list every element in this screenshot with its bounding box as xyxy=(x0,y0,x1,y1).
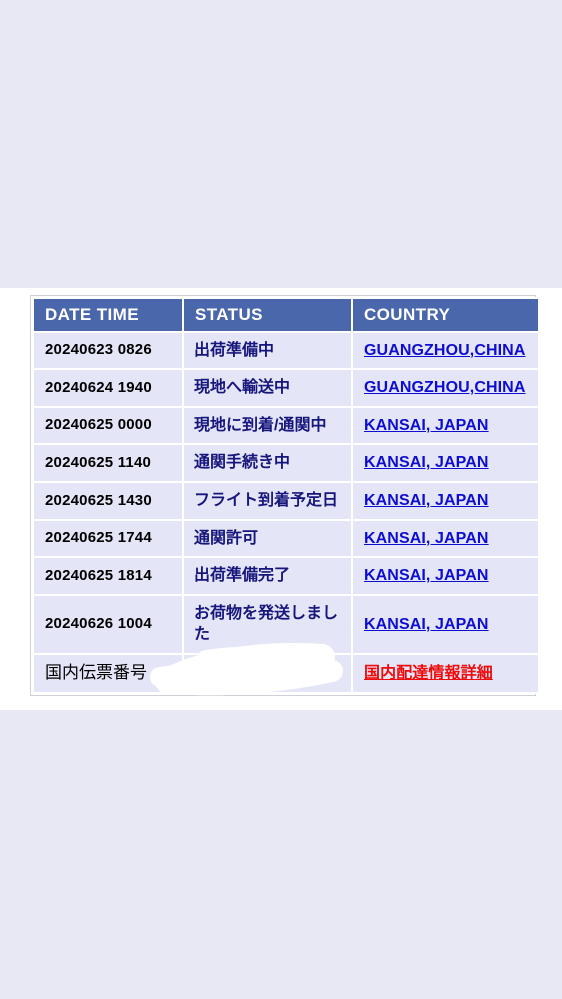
column-header-status: STATUS xyxy=(184,299,351,331)
country-link[interactable]: KANSAI, JAPAN xyxy=(364,417,489,434)
cell-status: 通関手続き中 xyxy=(184,445,351,481)
cell-country: KANSAI, JAPAN xyxy=(353,445,538,481)
page-background: DATE TIME STATUS COUNTRY 20240623 0826 出… xyxy=(0,0,562,999)
cell-status: 出荷準備中 xyxy=(184,332,351,369)
cell-country: GUANGZHOU,CHINA xyxy=(353,370,538,406)
cell-date-time: 20240624 1940 xyxy=(34,370,182,406)
column-header-country: COUNTRY xyxy=(353,299,538,331)
tracking-table-container: DATE TIME STATUS COUNTRY 20240623 0826 出… xyxy=(30,295,540,696)
country-link[interactable]: KANSAI, JAPAN xyxy=(364,530,489,547)
cell-date-time: 20240625 1140 xyxy=(34,445,182,481)
table-row: 20240624 1940 現地へ輸送中 GUANGZHOU,CHINA xyxy=(34,370,538,406)
tracking-history-table: DATE TIME STATUS COUNTRY 20240623 0826 出… xyxy=(32,297,540,696)
country-link[interactable]: KANSAI, JAPAN xyxy=(364,616,489,633)
domestic-delivery-detail-link[interactable]: 国内配達情報詳細 xyxy=(364,665,493,682)
country-link[interactable]: GUANGZHOU,CHINA xyxy=(364,379,526,396)
country-link[interactable]: KANSAI, JAPAN xyxy=(364,492,489,509)
column-header-date-time: DATE TIME xyxy=(34,299,182,331)
cell-country: KANSAI, JAPAN xyxy=(353,558,538,594)
cell-country: KANSAI, JAPAN xyxy=(353,482,538,519)
table-row: 20240623 0826 出荷準備中 GUANGZHOU,CHINA xyxy=(34,332,538,369)
cell-status: 現地に到着/通関中 xyxy=(184,407,351,444)
table-row: 20240625 1430 フライト到着予定日 KANSAI, JAPAN xyxy=(34,482,538,519)
domestic-tracking-number-redacted xyxy=(150,642,351,696)
tracking-card: DATE TIME STATUS COUNTRY 20240623 0826 出… xyxy=(0,288,562,710)
cell-status: お荷物を発送しました xyxy=(184,595,351,653)
country-link[interactable]: KANSAI, JAPAN xyxy=(364,567,489,584)
table-body: 20240623 0826 出荷準備中 GUANGZHOU,CHINA 2024… xyxy=(34,332,538,696)
cell-status: フライト到着予定日 xyxy=(184,482,351,519)
cell-date-time: 20240625 0000 xyxy=(34,407,182,444)
cell-date-time: 20240623 0826 xyxy=(34,332,182,369)
cell-country: GUANGZHOU,CHINA xyxy=(353,332,538,369)
cell-status: 通関許可 xyxy=(184,520,351,557)
table-row: 20240625 0000 現地に到着/通関中 KANSAI, JAPAN xyxy=(34,407,538,444)
cell-date-time: 20240625 1814 xyxy=(34,558,182,594)
country-link[interactable]: GUANGZHOU,CHINA xyxy=(364,342,526,359)
cell-domestic-delivery-link: 国内配達情報詳細 xyxy=(353,654,538,692)
cell-country: KANSAI, JAPAN xyxy=(353,407,538,444)
cell-status: 現地へ輸送中 xyxy=(184,370,351,406)
table-row: 20240625 1140 通関手続き中 KANSAI, JAPAN xyxy=(34,445,538,481)
table-header-row: DATE TIME STATUS COUNTRY xyxy=(34,299,538,331)
cell-date-time: 20240625 1744 xyxy=(34,520,182,557)
cell-country: KANSAI, JAPAN xyxy=(353,520,538,557)
cell-date-time: 20240626 1004 xyxy=(34,595,182,653)
cell-status: 出荷準備完了 xyxy=(184,558,351,594)
country-link[interactable]: KANSAI, JAPAN xyxy=(364,454,489,471)
table-row: 20240625 1814 出荷準備完了 KANSAI, JAPAN xyxy=(34,558,538,594)
table-row: 20240625 1744 通関許可 KANSAI, JAPAN xyxy=(34,520,538,557)
domestic-tracking-row: 国内伝票番号 国内配達情報詳細 xyxy=(34,642,538,696)
table-row: 20240626 1004 お荷物を発送しました KANSAI, JAPAN xyxy=(34,595,538,653)
cell-country: KANSAI, JAPAN xyxy=(353,595,538,653)
cell-date-time: 20240625 1430 xyxy=(34,482,182,519)
table-header: DATE TIME STATUS COUNTRY xyxy=(34,299,538,331)
domestic-tracking-label: 国内伝票番号 xyxy=(34,654,182,692)
